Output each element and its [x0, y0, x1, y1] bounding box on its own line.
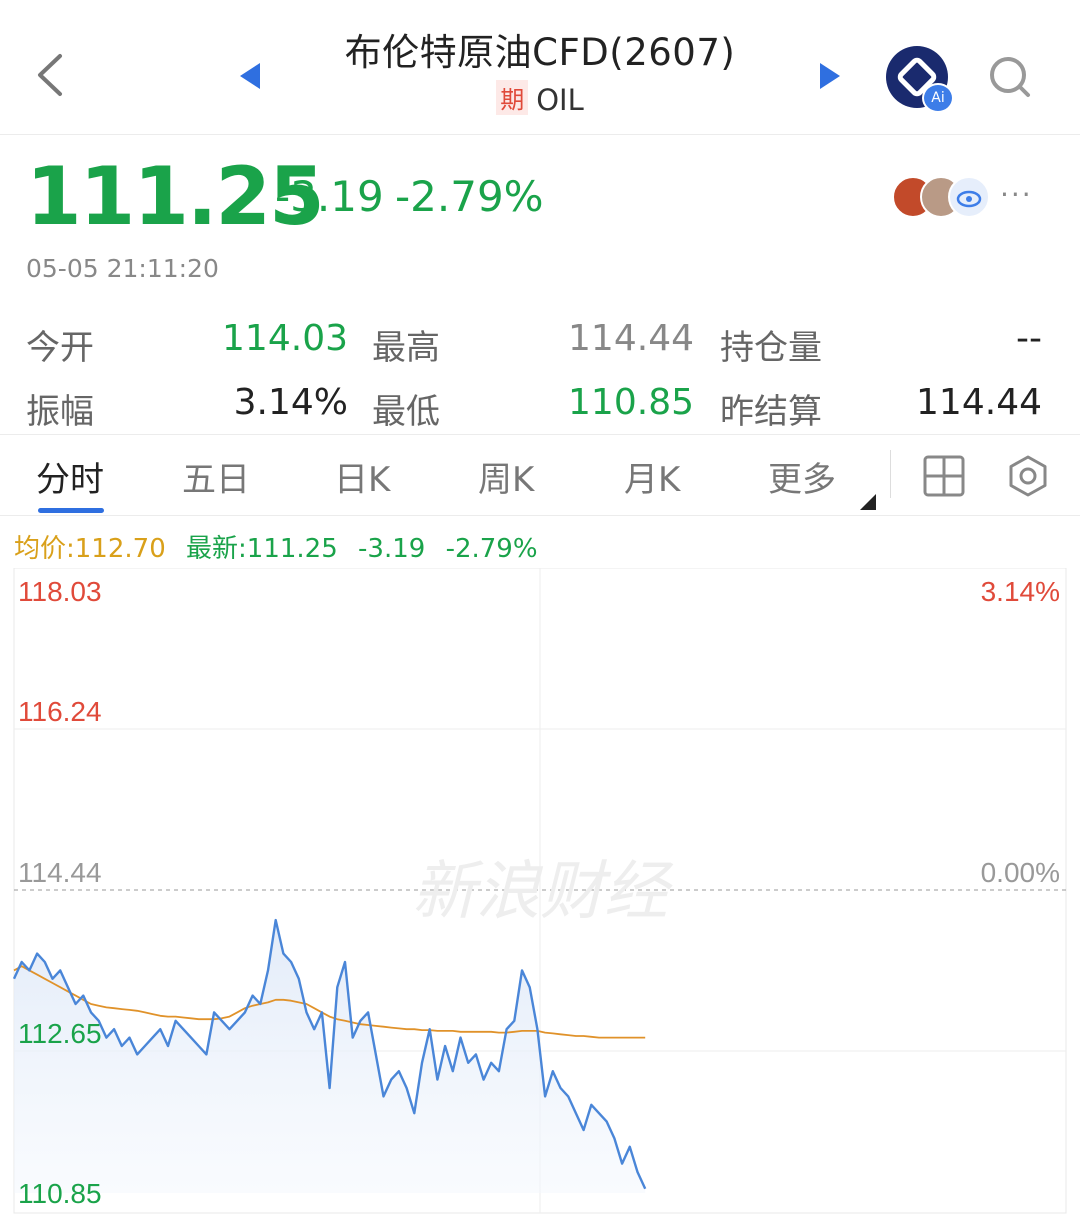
- layout-grid-icon[interactable]: [922, 454, 966, 498]
- legend-change-percent: -2.79%: [445, 534, 538, 564]
- quote-time: 05-05 21:11:20: [26, 254, 219, 283]
- open-value: 114.03: [222, 318, 348, 359]
- prev-settle-value: 114.44: [916, 382, 1042, 423]
- ai-badge: Ai: [922, 83, 954, 113]
- legend-latest-price: 最新:111.25: [186, 534, 338, 564]
- active-tab-indicator: [38, 508, 104, 513]
- watermark: 新浪财经: [412, 855, 674, 929]
- y-tick-label: 110.85: [18, 1178, 102, 1209]
- chart-tab-bar: [0, 434, 1080, 516]
- tab-daily-k[interactable]: 日K: [334, 452, 390, 501]
- instrument-symbol: OIL: [536, 83, 584, 117]
- amplitude-label: 振幅: [26, 392, 94, 432]
- high-value: 114.44: [568, 318, 694, 359]
- open-interest-value: --: [1016, 318, 1042, 359]
- y-tick-label: 112.65: [18, 1018, 102, 1049]
- price-change-percent: -2.79%: [395, 172, 544, 221]
- settings-icon[interactable]: [1006, 454, 1050, 498]
- open-label: 今开: [26, 328, 94, 368]
- right-tick-label: 0.00%: [981, 857, 1060, 888]
- dropdown-corner-icon: [860, 494, 876, 510]
- weibo-icon: [948, 176, 990, 218]
- intraday-chart[interactable]: 新浪财经 118.03 116.24 114.44 112.65 110.85 …: [0, 568, 1080, 1219]
- prev-settle-label: 昨结算: [720, 392, 822, 432]
- tab-five-day[interactable]: 五日: [182, 452, 250, 501]
- low-value: 110.85: [568, 382, 694, 423]
- tab-divider: [890, 450, 891, 498]
- right-tick-label: 3.14%: [981, 576, 1060, 607]
- tab-more[interactable]: 更多: [768, 452, 836, 501]
- price-area-fill: [14, 920, 646, 1193]
- y-tick-label: 118.03: [18, 576, 102, 607]
- y-tick-label: 114.44: [18, 857, 102, 888]
- search-icon[interactable]: [988, 55, 1032, 99]
- legend-change: -3.19: [358, 534, 426, 564]
- next-instrument-icon[interactable]: [820, 63, 840, 89]
- average-price-line: [13, 965, 646, 1039]
- price-change: -3.19: [275, 172, 384, 221]
- legend-average-price: 均价:112.70: [14, 534, 166, 564]
- high-label: 最高: [372, 328, 440, 368]
- low-label: 最低: [372, 392, 440, 432]
- tab-intraday[interactable]: 分时: [36, 452, 104, 501]
- futures-badge: 期: [496, 80, 529, 115]
- chart-legend: 均价:112.70 最新:111.25 -3.19 -2.79%: [14, 528, 538, 565]
- amplitude-value: 3.14%: [233, 382, 348, 423]
- tab-weekly-k[interactable]: 周K: [478, 452, 534, 501]
- tab-monthly-k[interactable]: 月K: [624, 452, 680, 501]
- open-interest-label: 持仓量: [720, 328, 822, 368]
- y-tick-label: 116.24: [18, 696, 102, 727]
- more-options-icon[interactable]: ···: [1000, 178, 1033, 211]
- community-avatars[interactable]: [892, 176, 992, 218]
